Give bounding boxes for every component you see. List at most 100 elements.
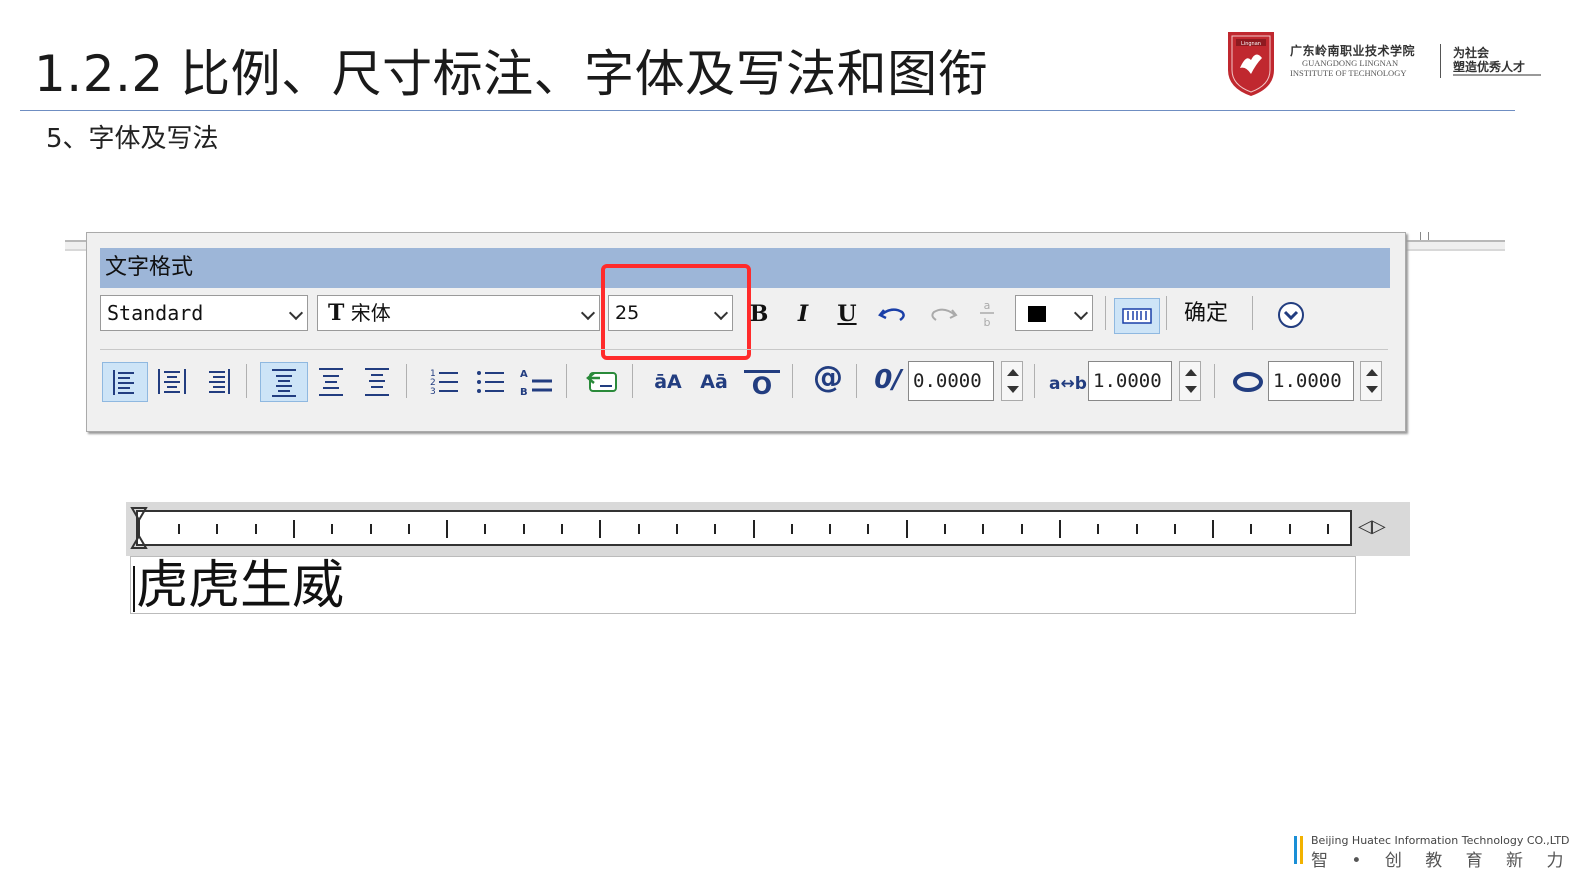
toolbar-separator	[246, 364, 247, 398]
svg-text:B: B	[520, 387, 528, 398]
logo-badge-text: Lingnan	[1241, 41, 1261, 47]
valign-middle-icon[interactable]	[308, 362, 354, 400]
ruler-tick	[599, 520, 602, 538]
align-center-icon[interactable]	[150, 362, 194, 400]
ruler-tick	[867, 524, 870, 534]
italic-button[interactable]: I	[790, 300, 816, 328]
stack-fraction-icon: a b	[980, 299, 994, 329]
ruler-tick	[216, 524, 219, 534]
spin-down-icon[interactable]	[1007, 386, 1019, 393]
align-right-icon[interactable]	[196, 362, 240, 400]
confirm-button[interactable]: 确定	[1180, 300, 1232, 328]
indent-marker-icon[interactable]	[130, 506, 148, 550]
underline-button[interactable]: U	[834, 300, 860, 328]
slide-title: 1.2.2 比例、尺寸标注、字体及写法和图衔	[34, 45, 989, 103]
spin-up-icon[interactable]	[1366, 369, 1378, 376]
oblique-angle-spinner[interactable]	[1001, 361, 1023, 401]
numbered-list-icon[interactable]: 1 2 3	[422, 362, 466, 400]
ruler-tick	[752, 520, 755, 538]
title-divider	[20, 110, 1515, 111]
slogan-underline	[1453, 74, 1541, 76]
width-factor-input[interactable]: 1.0000	[1268, 361, 1354, 401]
ruler-tick	[982, 524, 985, 534]
ruler-tick	[714, 524, 717, 534]
uppercase-button[interactable]: āA	[648, 368, 688, 396]
svg-text:A: A	[520, 369, 528, 380]
toolbar-separator	[1105, 296, 1106, 330]
ruler-tick	[1212, 520, 1215, 538]
width-factor-spinner[interactable]	[1360, 361, 1382, 401]
toolbar-separator	[632, 364, 633, 398]
truetype-font-icon: T	[328, 300, 345, 326]
letter-list-icon[interactable]: A B	[514, 362, 558, 400]
ruler-tick	[1327, 524, 1329, 534]
ruler-tick	[522, 524, 525, 534]
ruler-tick	[1135, 524, 1138, 534]
align-left-icon	[113, 370, 134, 395]
ruler-tick	[369, 524, 372, 534]
align-left-button[interactable]	[102, 362, 148, 402]
text-style-value: Standard	[107, 301, 204, 325]
redo-icon	[931, 308, 958, 321]
toolbar-separator	[1034, 364, 1035, 398]
bold-button[interactable]: B	[746, 300, 772, 328]
ruler-tick	[1097, 524, 1100, 534]
options-icon[interactable]	[1276, 300, 1306, 330]
ruler-tick	[1173, 524, 1176, 534]
text-ruler[interactable]	[136, 510, 1352, 546]
footer-slogan: 智 • 创 教 育 新 力 量	[1311, 851, 1573, 871]
ruler-toggle-button[interactable]	[1114, 298, 1160, 334]
font-dropdown[interactable]: T 宋体	[317, 295, 600, 331]
ruler-tick	[484, 524, 487, 534]
spin-up-icon[interactable]	[1007, 369, 1019, 376]
spin-up-icon[interactable]	[1185, 369, 1197, 376]
school-name-en-line2: INSTITUTE OF TECHNOLOGY	[1290, 68, 1407, 78]
symbol-button[interactable]: @	[808, 363, 848, 393]
lowercase-button[interactable]: Aā	[694, 368, 734, 396]
row-divider	[100, 349, 1388, 350]
logo-divider	[1440, 44, 1441, 78]
highlight-box	[601, 264, 751, 360]
ruler-tick	[1058, 520, 1061, 538]
editor-text: 虎虎生威	[136, 556, 345, 616]
text-style-dropdown[interactable]: Standard	[100, 295, 308, 331]
insert-field-icon[interactable]	[580, 362, 624, 400]
ruler-tick	[790, 524, 793, 534]
oblique-angle-input[interactable]: 0.0000	[908, 361, 994, 401]
school-name-cn: 广东岭南职业技术学院	[1290, 44, 1416, 58]
toolbar-separator	[566, 364, 567, 398]
tracking-input[interactable]: 1.0000	[1088, 361, 1172, 401]
toolbar-separator	[1166, 296, 1167, 330]
ruler-resize-handle[interactable]: ◁▷	[1358, 516, 1386, 537]
spin-down-icon[interactable]	[1366, 386, 1378, 393]
ruler-tick	[407, 524, 410, 534]
ruler-tick	[905, 520, 908, 538]
ruler-tick	[292, 520, 295, 538]
background-tick	[1420, 232, 1421, 240]
ruler-tick	[446, 520, 449, 538]
svg-text:a: a	[984, 299, 991, 312]
ruler-tick	[561, 524, 563, 534]
ruler-tick	[675, 524, 678, 534]
color-swatch	[1028, 306, 1046, 322]
valign-top-button[interactable]	[260, 362, 308, 402]
ruler-tick	[254, 524, 257, 534]
ruler-icon	[1122, 308, 1152, 324]
tracking-spinner[interactable]	[1179, 361, 1201, 401]
toolbar-separator	[792, 364, 793, 398]
toolbar-separator	[1214, 364, 1215, 398]
ruler-tick	[1020, 524, 1023, 534]
toolbar-separator	[856, 364, 857, 398]
school-logo-icon: Lingnan	[1228, 32, 1274, 96]
text-color-dropdown[interactable]	[1015, 295, 1093, 331]
footer-accent-blue	[1294, 836, 1297, 864]
spin-down-icon[interactable]	[1185, 386, 1197, 393]
school-name-en-line1: GUANGDONG LINGNAN	[1302, 58, 1399, 68]
ruler-tick	[829, 524, 832, 534]
slogan-line2: 塑造优秀人才	[1453, 60, 1526, 74]
valign-bottom-icon[interactable]	[354, 362, 400, 400]
ruler-tick	[178, 524, 180, 534]
overline-button[interactable]: O	[744, 370, 780, 399]
undo-icon[interactable]	[878, 302, 908, 326]
bullet-list-icon[interactable]	[468, 362, 512, 400]
